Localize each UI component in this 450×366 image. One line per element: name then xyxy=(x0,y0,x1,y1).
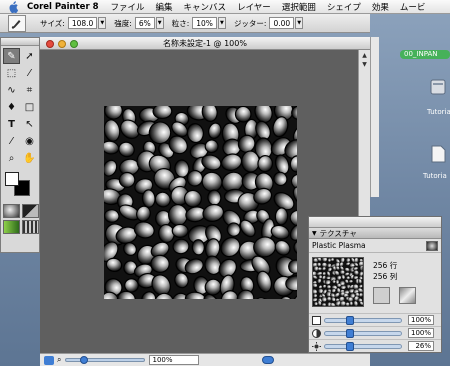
texture-invert-button[interactable] xyxy=(373,287,390,304)
zoom-slider[interactable] xyxy=(65,356,146,364)
color-swatches[interactable] xyxy=(3,170,37,202)
menu-app-name[interactable]: Corel Painter 8 xyxy=(27,2,99,12)
menu-layers[interactable]: レイヤー xyxy=(237,1,271,13)
canvas-texture-image[interactable] xyxy=(104,106,297,299)
scale-slider-row: 100% xyxy=(309,313,441,326)
grabber-hand-icon[interactable]: ✋ xyxy=(21,150,38,166)
lasso-icon[interactable]: ∿ xyxy=(3,82,20,98)
strength-label: 強度: xyxy=(114,18,132,28)
horizontal-scroll-thumb[interactable] xyxy=(262,356,274,364)
menu-shapes[interactable]: シェイプ xyxy=(327,1,361,13)
brightness-slider-row: 26% xyxy=(309,339,441,352)
brush-tool-icon[interactable]: ✎ xyxy=(3,48,20,64)
brightness-slider[interactable] xyxy=(324,341,402,351)
paint-bucket-icon[interactable]: ◉ xyxy=(21,133,38,149)
texture-tab-label: テクスチャ xyxy=(319,228,357,238)
weave-selector-icon[interactable] xyxy=(22,220,39,234)
scroll-up-icon[interactable]: ▲ xyxy=(360,51,369,60)
apple-menu-icon[interactable] xyxy=(7,0,19,13)
strength-field[interactable]: 6% xyxy=(134,17,155,29)
zoom-slider-thumb[interactable] xyxy=(80,356,89,364)
contrast-slider-row: 100% xyxy=(309,326,441,339)
desktop-folder-label[interactable]: 00_INPAN xyxy=(400,50,450,59)
contrast-icon xyxy=(312,328,321,338)
toolbox-titlebar[interactable] xyxy=(1,38,39,46)
zoom-button[interactable] xyxy=(70,40,78,48)
scale-icon xyxy=(312,315,321,325)
size-field[interactable]: 108.0 xyxy=(67,17,98,29)
current-brush-button[interactable] xyxy=(8,14,26,32)
zoom-magnifier-icon[interactable]: ⌕ xyxy=(57,355,61,365)
texture-preview-area: 256 行 256 列 xyxy=(309,253,441,313)
size-stepper[interactable]: ▼ xyxy=(98,17,107,29)
contrast-value[interactable]: 100% xyxy=(408,328,434,338)
property-bar: サイズ: 108.0 ▼ 強度: 6% ▼ 粒さ: 10% ▼ ジッター: 0.… xyxy=(0,14,370,33)
crop-icon[interactable]: ⌗ xyxy=(21,82,38,98)
close-button[interactable] xyxy=(46,40,54,48)
grain-label: 粒さ: xyxy=(171,18,190,28)
layer-adjuster-icon[interactable]: ➚ xyxy=(21,48,38,64)
desktop-icon-label-1[interactable]: Tutoria xyxy=(427,108,450,116)
shape-selection-icon[interactable]: ↖ xyxy=(21,116,38,132)
panel-titlebar[interactable] xyxy=(309,217,441,228)
tracing-paper-icon[interactable] xyxy=(44,355,54,365)
rectangle-shape-icon[interactable]: □ xyxy=(21,99,38,115)
scale-slider[interactable] xyxy=(324,315,402,325)
gradient-selector-icon[interactable] xyxy=(3,220,20,234)
texture-name: Plastic Plasma xyxy=(312,241,366,250)
texture-cols: 256 列 xyxy=(373,272,398,281)
texture-panel: ▼ テクスチャ Plastic Plasma 256 行 256 列 100% … xyxy=(308,216,442,353)
scroll-down-icon[interactable]: ▼ xyxy=(360,60,369,69)
text-tool-icon[interactable]: T xyxy=(3,116,20,132)
zoom-field[interactable]: 100% xyxy=(149,355,200,365)
grain-field[interactable]: 10% xyxy=(192,17,217,29)
texture-library-icon[interactable] xyxy=(426,240,438,251)
menu-bar: Corel Painter 8 ファイル 編集 キャンバス レイヤー 選択範囲 … xyxy=(0,0,450,14)
menu-canvas[interactable]: キャンバス xyxy=(184,1,227,13)
menu-edit[interactable]: 編集 xyxy=(156,1,173,13)
magnifier-icon[interactable]: ⌕ xyxy=(3,150,20,166)
grain-stepper[interactable]: ▼ xyxy=(217,17,226,29)
document-statusbar: ⌕ 100% xyxy=(40,353,370,366)
document-icon[interactable] xyxy=(430,145,446,163)
texture-selector-row[interactable]: Plastic Plasma xyxy=(309,239,441,253)
brush-icon xyxy=(11,20,21,29)
rect-select-icon[interactable]: ⬚ xyxy=(3,65,20,81)
desktop-icon-label-2[interactable]: Tutoria xyxy=(423,172,447,180)
toolbox: ✎ ➚ ⬚ ⁄ ∿ ⌗ ♦ □ T ↖ ⁄ ◉ ⌕ ✋ xyxy=(0,37,40,253)
magic-wand-icon[interactable]: ⁄ xyxy=(21,65,38,81)
jitter-label: ジッター: xyxy=(233,18,267,28)
pen-icon[interactable]: ♦ xyxy=(3,99,20,115)
menu-movie[interactable]: ムービ xyxy=(400,1,426,13)
size-label: サイズ: xyxy=(40,18,65,28)
brightness-icon xyxy=(312,341,321,351)
document-title: 名称未設定-1 @ 100% xyxy=(163,39,247,48)
paper-selector-icon[interactable] xyxy=(3,204,20,218)
brightness-slider-thumb[interactable] xyxy=(346,341,354,351)
menu-file[interactable]: ファイル xyxy=(111,1,145,13)
main-color-swatch[interactable] xyxy=(5,172,19,186)
jitter-stepper[interactable]: ▼ xyxy=(295,17,304,29)
texture-thumbnail xyxy=(312,257,364,307)
pattern-selector-icon[interactable] xyxy=(22,204,39,218)
dropper-icon[interactable]: ⁄ xyxy=(3,133,20,149)
disclosure-triangle-icon[interactable]: ▼ xyxy=(312,228,317,239)
scale-value[interactable]: 100% xyxy=(408,315,434,325)
texture-rows: 256 行 xyxy=(373,261,398,270)
contrast-slider-thumb[interactable] xyxy=(346,328,354,338)
texture-map-button[interactable] xyxy=(399,287,416,304)
document-titlebar[interactable]: 名称未設定-1 @ 100% xyxy=(40,37,370,50)
menu-effects[interactable]: 効果 xyxy=(372,1,389,13)
panel-tab-texture[interactable]: ▼ テクスチャ xyxy=(309,228,441,239)
menu-select[interactable]: 選択範囲 xyxy=(282,1,316,13)
minimize-button[interactable] xyxy=(58,40,66,48)
strength-stepper[interactable]: ▼ xyxy=(155,17,164,29)
hard-drive-icon[interactable] xyxy=(430,78,446,96)
scale-slider-thumb[interactable] xyxy=(346,315,354,325)
jitter-field[interactable]: 0.00 xyxy=(269,17,295,29)
background-window-edge xyxy=(370,37,379,197)
contrast-slider[interactable] xyxy=(324,328,402,338)
brightness-value[interactable]: 26% xyxy=(408,341,434,351)
